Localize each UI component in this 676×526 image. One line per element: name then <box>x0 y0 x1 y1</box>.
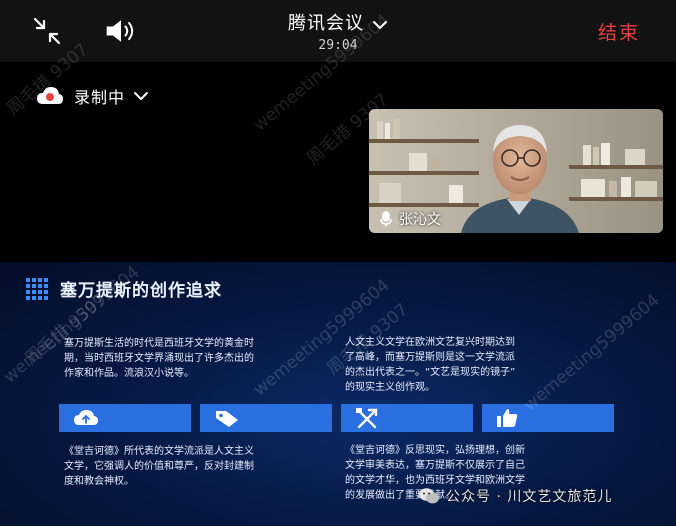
participant-name: 张沁文 <box>399 212 441 228</box>
slide-paragraph-3: 《堂吉诃德》所代表的文学流派是人文主义 文学，它强调人的价值和尊严，反对封建制 … <box>64 444 280 489</box>
paragraph-line: 人文主义文学在欧洲文艺复兴时期达到 <box>345 337 515 348</box>
recording-cloud-icon <box>37 87 63 104</box>
thumbs-up-icon <box>497 409 518 427</box>
microphone-icon <box>380 211 392 227</box>
meeting-title-dropdown[interactable]: 腾讯会议 <box>0 9 676 35</box>
slide-tile-tag <box>200 404 332 432</box>
paragraph-line: 作家和作品。流浪汉小说等。 <box>64 368 194 379</box>
meeting-timer: 29:04 <box>318 38 358 53</box>
slide-tile-cloud <box>59 404 191 432</box>
dot-grid-icon <box>26 277 48 300</box>
meeting-top-bar: 腾讯会议 29:04 结束 <box>0 0 676 62</box>
slide-heading: 塞万提斯的创作追求 <box>26 276 222 301</box>
tools-icon <box>356 408 378 429</box>
paragraph-line: 文学，它强调人的价值和尊严，反对封建制 <box>64 461 254 472</box>
slide-tile-thumbs-up <box>482 404 614 432</box>
tag-icon <box>216 411 238 427</box>
slide-paragraph-2: 人文主义文学在欧洲文艺复兴时期达到 了高峰，而塞万提斯则是这一文学流派 的杰出代… <box>345 335 545 395</box>
slide-paragraph-1: 塞万提斯生活的时代是西班牙文学的黄金时 期，当时西班牙文学界涌现出了许多杰出的 … <box>64 336 274 381</box>
paragraph-line: 文学审美表达，塞万提斯不仅展示了自己 <box>345 460 525 471</box>
account-name: 公众号 · 川文艺文旅范儿 <box>446 489 613 505</box>
recording-status-dropdown[interactable]: 录制中 <box>36 84 149 108</box>
paragraph-line: 度和教会神权。 <box>64 476 134 487</box>
recording-label: 录制中 <box>74 88 126 107</box>
participant-name-tag: 张沁文 <box>379 209 441 229</box>
chevron-down-icon <box>372 14 388 35</box>
meeting-title: 腾讯会议 <box>288 13 364 34</box>
participant-video-tile[interactable]: 张沁文 <box>369 109 663 233</box>
slide-tile-tools <box>341 404 473 432</box>
paragraph-line: 期，当时西班牙文学界涌现出了许多杰出的 <box>64 353 254 364</box>
wechat-icon <box>419 488 439 504</box>
slide-title: 塞万提斯的创作追求 <box>60 281 222 301</box>
paragraph-line: 塞万提斯生活的时代是西班牙文学的黄金时 <box>64 338 254 349</box>
end-meeting-button[interactable]: 结束 <box>598 18 640 45</box>
paragraph-line: 了高峰，而塞万提斯则是这一文学流派 <box>345 352 515 363</box>
paragraph-line: 的现实主义创作观。 <box>345 382 435 393</box>
cloud-upload-icon <box>74 410 98 425</box>
chevron-down-icon <box>134 92 149 100</box>
wechat-account-credit: 公众号 · 川文艺文旅范儿 <box>418 486 612 506</box>
paragraph-line: 《堂吉诃德》所代表的文学流派是人文主义 <box>64 446 254 457</box>
paragraph-line: 《堂吉诃德》反思现实，弘扬理想，创新 <box>345 445 525 456</box>
paragraph-line: 的杰出代表之一。“文艺是现实的镜子” <box>345 367 516 378</box>
